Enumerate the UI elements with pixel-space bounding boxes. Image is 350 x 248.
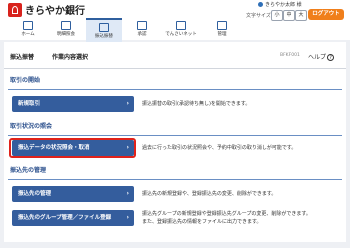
nav-transfer[interactable]: 振込振替 (86, 18, 122, 42)
nav-home-label: ホーム (21, 32, 35, 37)
main-content: 振込振替 作業内容選択 BFKF001 ヘルプ? 取引の開始 新規取引 › 振込… (4, 42, 346, 242)
approval-icon (137, 21, 147, 30)
breadcrumb: 振込振替 (10, 54, 35, 61)
user-name: きらやか太郎 様 (265, 2, 302, 8)
nav-home[interactable]: ホーム (10, 18, 46, 42)
payee-management-label: 振込先の管理 (18, 191, 52, 197)
statement-icon (61, 21, 71, 30)
bank-logo-icon (8, 3, 22, 17)
chevron-right-icon: › (126, 144, 129, 151)
transfer-status-button[interactable]: 振込データの状況照会・取消 › (12, 140, 134, 156)
chevron-right-icon: › (126, 190, 129, 197)
help-icon: ? (327, 54, 335, 61)
section-title-start: 取引の開始 (8, 72, 344, 90)
page-title: 作業内容選択 (52, 54, 89, 61)
nav-densai-label: でんさいネット (165, 32, 197, 37)
payee-group-desc-line2: また、登録振込先の情報をファイルに出力できます。 (142, 219, 262, 225)
payee-group-label: 振込先のグループ管理／ファイル登録 (18, 215, 112, 221)
payee-group-button[interactable]: 振込先のグループ管理／ファイル登録 › (12, 210, 134, 226)
bank-name: きらやか銀行 (25, 6, 85, 17)
nav-statement[interactable]: 明細照会 (48, 18, 84, 42)
payee-management-desc: 振込先の新規登録や、登録振込先の変更、削除ができます。 (142, 191, 277, 197)
densai-icon (176, 21, 186, 30)
screen-id: BFKF001 (280, 53, 300, 58)
payee-group-desc-line1: 振込先グループの新規登録や登録振込先グループの変更、削除ができます。 (142, 211, 311, 217)
nav-densai[interactable]: でんさいネット (160, 18, 202, 42)
admin-icon (217, 21, 227, 30)
new-transaction-desc: 振込振替の取引(承認待ち無し)を開始できます。 (142, 101, 251, 107)
nav-admin[interactable]: 管理 (204, 18, 240, 42)
help-link[interactable]: ヘルプ? (308, 52, 335, 61)
chevron-right-icon: › (126, 100, 129, 107)
main-nav: ホーム 明細照会 振込振替 承認 でんさいネット 管理 (0, 18, 350, 42)
nav-approval-label: 承認 (137, 32, 147, 37)
payee-group-desc: 振込先グループの新規登録や登録振込先グループの変更、削除ができます。 また、登録… (142, 210, 311, 226)
help-label: ヘルプ (308, 54, 327, 61)
new-transaction-label: 新規取引 (18, 101, 41, 107)
title-bar: 振込振替 作業内容選択 BFKF001 ヘルプ? (4, 42, 346, 69)
transfer-status-label: 振込データの状況照会・取消 (18, 145, 90, 151)
payee-management-button[interactable]: 振込先の管理 › (12, 186, 134, 202)
nav-transfer-label: 振込振替 (95, 34, 113, 39)
user-info: きらやか太郎 様 (258, 1, 302, 8)
nav-approval[interactable]: 承認 (124, 18, 160, 42)
home-icon (23, 21, 33, 30)
nav-admin-label: 管理 (217, 32, 227, 37)
user-icon (258, 2, 263, 7)
nav-statement-label: 明細照会 (57, 32, 75, 37)
section-title-status: 取引状況の照会 (8, 118, 344, 136)
transfer-status-desc: 過去に行った取引の状況照会や、予約中取引の取り消しが可能です。 (142, 145, 297, 151)
chevron-right-icon: › (126, 214, 129, 221)
new-transaction-button[interactable]: 新規取引 › (12, 96, 134, 112)
section-title-payee: 振込先の管理 (8, 162, 344, 180)
transfer-icon (99, 23, 109, 32)
